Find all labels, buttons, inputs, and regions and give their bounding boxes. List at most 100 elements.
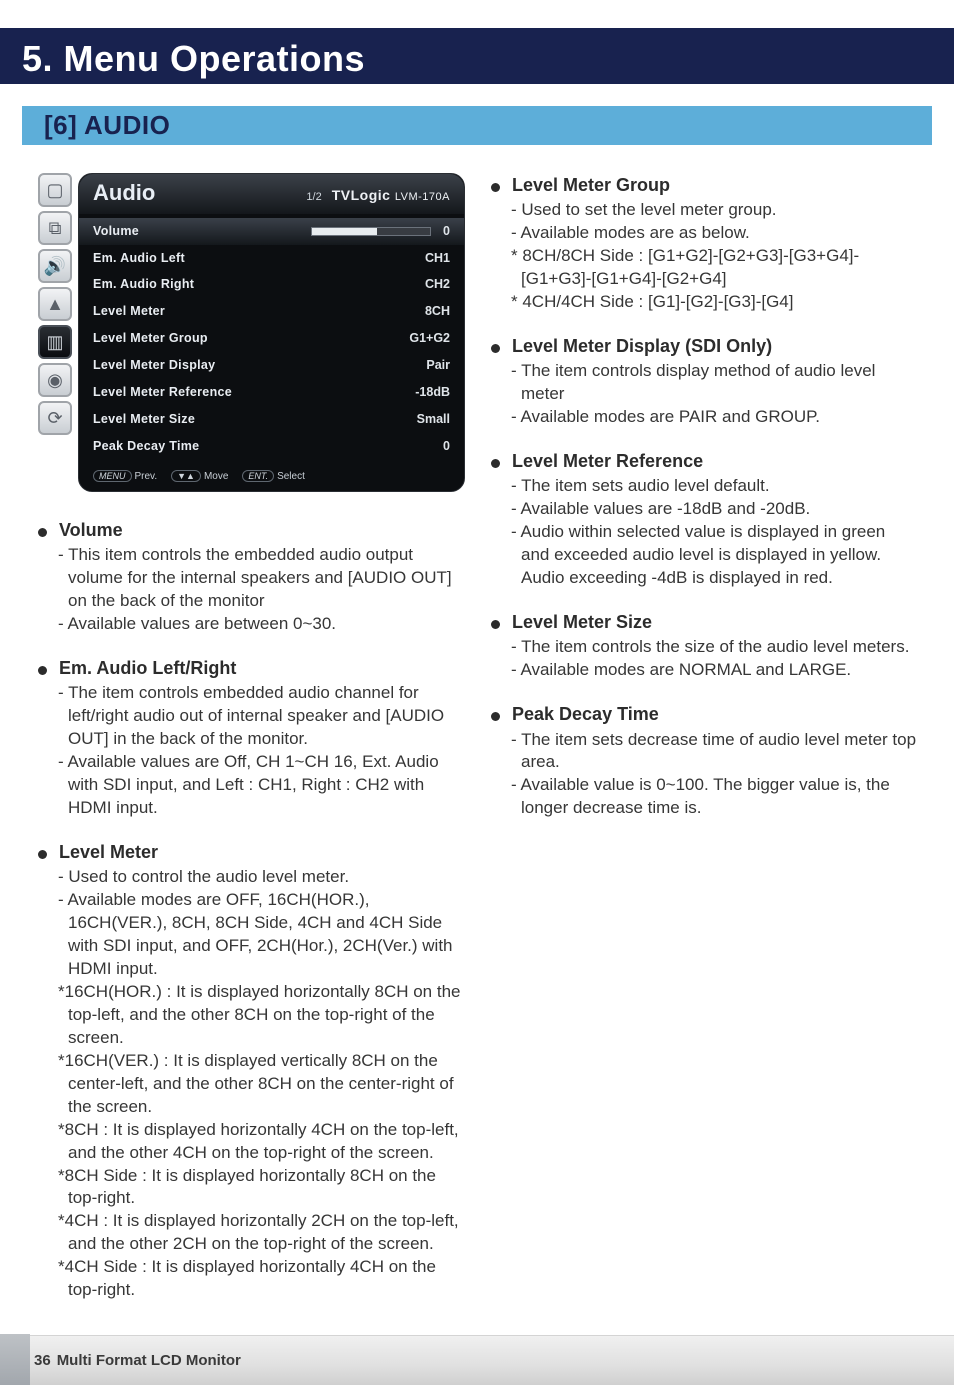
setting-item: Level Meter- Used to control the audio l… <box>38 840 465 1302</box>
setting-line: - The item sets decrease time of audio l… <box>511 729 918 775</box>
osd-panel: Audio 1/2 TVLogic LVM-170A Volume 0 Em. Au… <box>78 173 465 492</box>
bullet-icon <box>38 528 47 537</box>
setting-line: - This item controls the embedded audio … <box>58 544 465 613</box>
osd-menu-row: Level Meter DisplayPair <box>79 352 464 379</box>
osd-row-value: -18dB <box>415 384 450 401</box>
setting-item: Level Meter Group- Used to set the level… <box>491 173 918 314</box>
bullet-icon <box>491 712 500 721</box>
osd-row-label: Level Meter <box>93 303 425 320</box>
setting-line: - Available modes are as below. <box>511 222 918 245</box>
osd-foot-select: ENT.Select <box>242 470 304 484</box>
sidebar-icon: ▢ <box>38 173 72 207</box>
setting-line: * 4CH/4CH Side : [G1]-[G2]-[G3]-[G4] <box>511 291 918 314</box>
osd-menu-row: Peak Decay Time0 <box>79 433 464 460</box>
sidebar-icon: ◉ <box>38 363 72 397</box>
setting-body: - Used to control the audio level meter.… <box>38 866 465 1302</box>
setting-body: - The item controls embedded audio chann… <box>38 682 465 820</box>
osd-row-value: 0 <box>443 223 450 240</box>
osd-sidebar: ▢ ⧉ 🔊 ▲ ▥ ◉ ⟳ <box>38 173 72 492</box>
setting-title: Level Meter Display (SDI Only) <box>491 334 918 358</box>
bullet-icon <box>38 850 47 859</box>
sidebar-icon: ⧉ <box>38 211 72 245</box>
setting-line: - Available modes are NORMAL and LARGE. <box>511 659 918 682</box>
setting-body: - The item sets decrease time of audio l… <box>491 729 918 821</box>
section-title: [6] AUDIO <box>22 106 932 145</box>
brand-text: TVLogic <box>332 187 391 203</box>
sidebar-icon: ⟳ <box>38 401 72 435</box>
setting-body: - The item controls display method of au… <box>491 360 918 429</box>
osd-row-label: Level Meter Reference <box>93 384 415 401</box>
osd-row-value: CH1 <box>425 250 450 267</box>
osd-row-label: Level Meter Display <box>93 357 426 374</box>
setting-line: - Used to set the level meter group. <box>511 199 918 222</box>
osd-screenshot: ▢ ⧉ 🔊 ▲ ▥ ◉ ⟳ Audio 1/2 TVLogic LVM-170A… <box>38 173 465 492</box>
osd-menu-row: Volume 0 <box>79 218 464 245</box>
osd-row-value: Pair <box>426 357 450 374</box>
setting-body: - Used to set the level meter group.- Av… <box>491 199 918 314</box>
osd-row-label: Em. Audio Right <box>93 276 425 293</box>
setting-line: * 8CH/8CH Side : [G1+G2]-[G2+G3]-[G3+G4]… <box>511 245 918 291</box>
model-text: LVM-170A <box>395 191 450 203</box>
setting-line: - Available values are Off, CH 1~CH 16, … <box>58 751 465 820</box>
osd-row-label: Volume <box>93 223 311 240</box>
bullet-icon <box>491 344 500 353</box>
page-footer: 36 Multi Format LCD Monitor <box>0 1335 954 1385</box>
setting-line: - The item controls display method of au… <box>511 360 918 406</box>
footer-title: Multi Format LCD Monitor <box>57 1352 241 1369</box>
osd-menu-row: Level Meter SizeSmall <box>79 406 464 433</box>
osd-row-value: Small <box>417 411 450 428</box>
setting-body: - The item controls the size of the audi… <box>491 636 918 682</box>
page-number: 36 <box>34 1352 51 1369</box>
osd-brand: TVLogic LVM-170A <box>332 186 450 205</box>
setting-line: - The item controls the size of the audi… <box>511 636 918 659</box>
setting-item: Peak Decay Time- The item sets decrease … <box>491 702 918 820</box>
osd-menu-row: Em. Audio LeftCH1 <box>79 245 464 272</box>
setting-line: - Available modes are OFF, 16CH(HOR.), 1… <box>58 889 465 981</box>
osd-rows: Volume0Em. Audio LeftCH1Em. Audio RightC… <box>79 214 464 464</box>
osd-row-label: Peak Decay Time <box>93 438 443 455</box>
chapter-title: 5. Menu Operations <box>0 28 954 84</box>
osd-menu-row: Level Meter GroupG1+G2 <box>79 325 464 352</box>
osd-menu-row: Level Meter Reference-18dB <box>79 379 464 406</box>
osd-menu-row: Em. Audio RightCH2 <box>79 271 464 298</box>
right-column: Level Meter Group- Used to set the level… <box>491 173 918 1322</box>
setting-line: - The item controls embedded audio chann… <box>58 682 465 751</box>
setting-title: Volume <box>38 518 465 542</box>
setting-line: - Available modes are PAIR and GROUP. <box>511 406 918 429</box>
volume-bar <box>311 227 431 236</box>
setting-line: - Audio within selected value is display… <box>511 521 918 590</box>
setting-title: Level Meter <box>38 840 465 864</box>
setting-title: Level Meter Reference <box>491 449 918 473</box>
setting-item: Em. Audio Left/Right- The item controls … <box>38 656 465 820</box>
osd-row-value: G1+G2 <box>409 330 450 347</box>
bullet-icon <box>491 459 500 468</box>
osd-footer: MENUPrev. ▼▲Move ENT.Select <box>79 464 464 492</box>
bullet-icon <box>38 666 47 675</box>
osd-row-value: CH2 <box>425 276 450 293</box>
setting-body: - The item sets audio level default.- Av… <box>491 475 918 590</box>
sidebar-icon: 🔊 <box>38 249 72 283</box>
setting-line: - Available values are between 0~30. <box>58 613 465 636</box>
osd-row-value: 8CH <box>425 303 450 320</box>
bullet-icon <box>491 620 500 629</box>
setting-line: - Available values are -18dB and -20dB. <box>511 498 918 521</box>
osd-row-value: 0 <box>443 438 450 455</box>
setting-title: Em. Audio Left/Right <box>38 656 465 680</box>
sidebar-icon: ▥ <box>38 325 72 359</box>
osd-foot-menu: MENUPrev. <box>93 470 157 484</box>
setting-line: *8CH Side : It is displayed horizontally… <box>58 1165 465 1211</box>
setting-line: *4CH : It is displayed horizontally 2CH … <box>58 1210 465 1256</box>
osd-title: Audio <box>93 178 306 208</box>
setting-title: Level Meter Group <box>491 173 918 197</box>
setting-line: *16CH(HOR.) : It is displayed horizontal… <box>58 981 465 1050</box>
setting-item: Level Meter Display (SDI Only)- The item… <box>491 334 918 429</box>
osd-header: Audio 1/2 TVLogic LVM-170A <box>79 174 464 214</box>
left-column: ▢ ⧉ 🔊 ▲ ▥ ◉ ⟳ Audio 1/2 TVLogic LVM-170A… <box>38 173 465 1322</box>
osd-row-label: Level Meter Group <box>93 330 409 347</box>
bullet-icon <box>491 183 500 192</box>
setting-item: Volume- This item controls the embedded … <box>38 518 465 636</box>
osd-page-indicator: 1/2 <box>306 190 321 205</box>
setting-line: - The item sets audio level default. <box>511 475 918 498</box>
setting-line: - Available value is 0~100. The bigger v… <box>511 774 918 820</box>
setting-line: - Used to control the audio level meter. <box>58 866 465 889</box>
